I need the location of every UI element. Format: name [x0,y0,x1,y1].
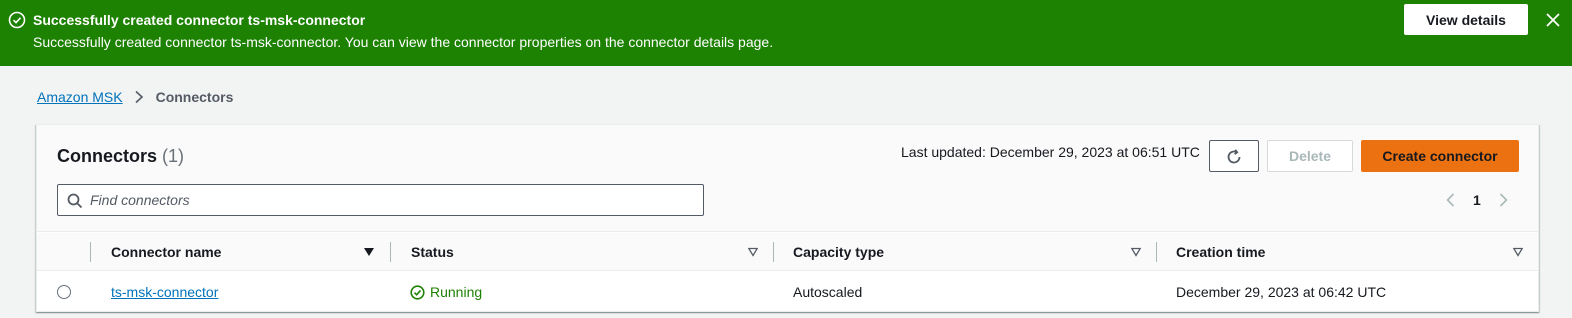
success-check-icon [8,11,26,29]
search-field[interactable] [57,184,704,216]
column-divider[interactable] [1156,242,1157,262]
table-header-area: Connectors (1) Last updated: December 29… [37,125,1538,232]
table-count: (1) [162,146,185,166]
flash-title: Successfully created connector ts-msk-co… [33,12,366,28]
capacity-type-cell: Autoscaled [793,284,863,300]
column-divider[interactable] [390,242,391,262]
creation-time-cell: December 29, 2023 at 06:42 UTC [1176,284,1387,300]
search-input[interactable] [90,185,690,215]
table-header-row: Connector name Status Capacity type Crea… [37,233,1538,271]
sort-icon[interactable] [748,247,758,257]
breadcrumb-amazon-msk[interactable]: Amazon MSK [37,89,123,105]
column-header-creation-time[interactable]: Creation time [1176,233,1265,271]
column-header-connector-name[interactable]: Connector name [111,233,221,271]
chevron-right-icon [135,90,143,104]
create-connector-button[interactable]: Create connector [1361,140,1519,172]
column-divider[interactable] [773,242,774,262]
sort-icon[interactable] [1131,247,1141,257]
row-select-radio[interactable] [57,285,71,299]
last-updated-text: Last updated: December 29, 2023 at 06:51… [901,144,1200,160]
connector-name-link[interactable]: ts-msk-connector [111,284,218,300]
close-icon[interactable] [1544,11,1562,29]
page-number[interactable]: 1 [1473,192,1481,208]
column-divider [90,242,91,262]
status-text: Running [430,284,483,300]
column-header-status[interactable]: Status [411,233,454,271]
flash-message: Successfully created connector ts-msk-co… [33,34,774,50]
search-icon [67,193,83,209]
success-status-icon [410,284,425,300]
pagination: 1 [1443,191,1511,209]
page-title: Connectors (1) [57,145,184,167]
refresh-icon [1227,149,1241,164]
sort-icon[interactable] [1513,247,1523,257]
refresh-button[interactable] [1209,140,1259,172]
table-title: Connectors [57,146,158,166]
breadcrumb-connectors: Connectors [155,89,234,105]
delete-button[interactable]: Delete [1267,140,1353,172]
connectors-table-container: Connectors (1) Last updated: December 29… [36,124,1539,312]
breadcrumb: Amazon MSK Connectors [37,88,233,106]
view-details-button[interactable]: View details [1404,4,1528,35]
chevron-left-icon[interactable] [1443,192,1459,208]
column-header-capacity-type[interactable]: Capacity type [793,233,884,271]
success-flash-banner: Successfully created connector ts-msk-co… [0,0,1572,66]
chevron-right-icon[interactable] [1495,192,1511,208]
status-cell: Running [410,272,482,312]
sort-descending-icon[interactable] [364,247,374,257]
table-row: ts-msk-connector Running Autoscaled Dece… [37,272,1538,312]
